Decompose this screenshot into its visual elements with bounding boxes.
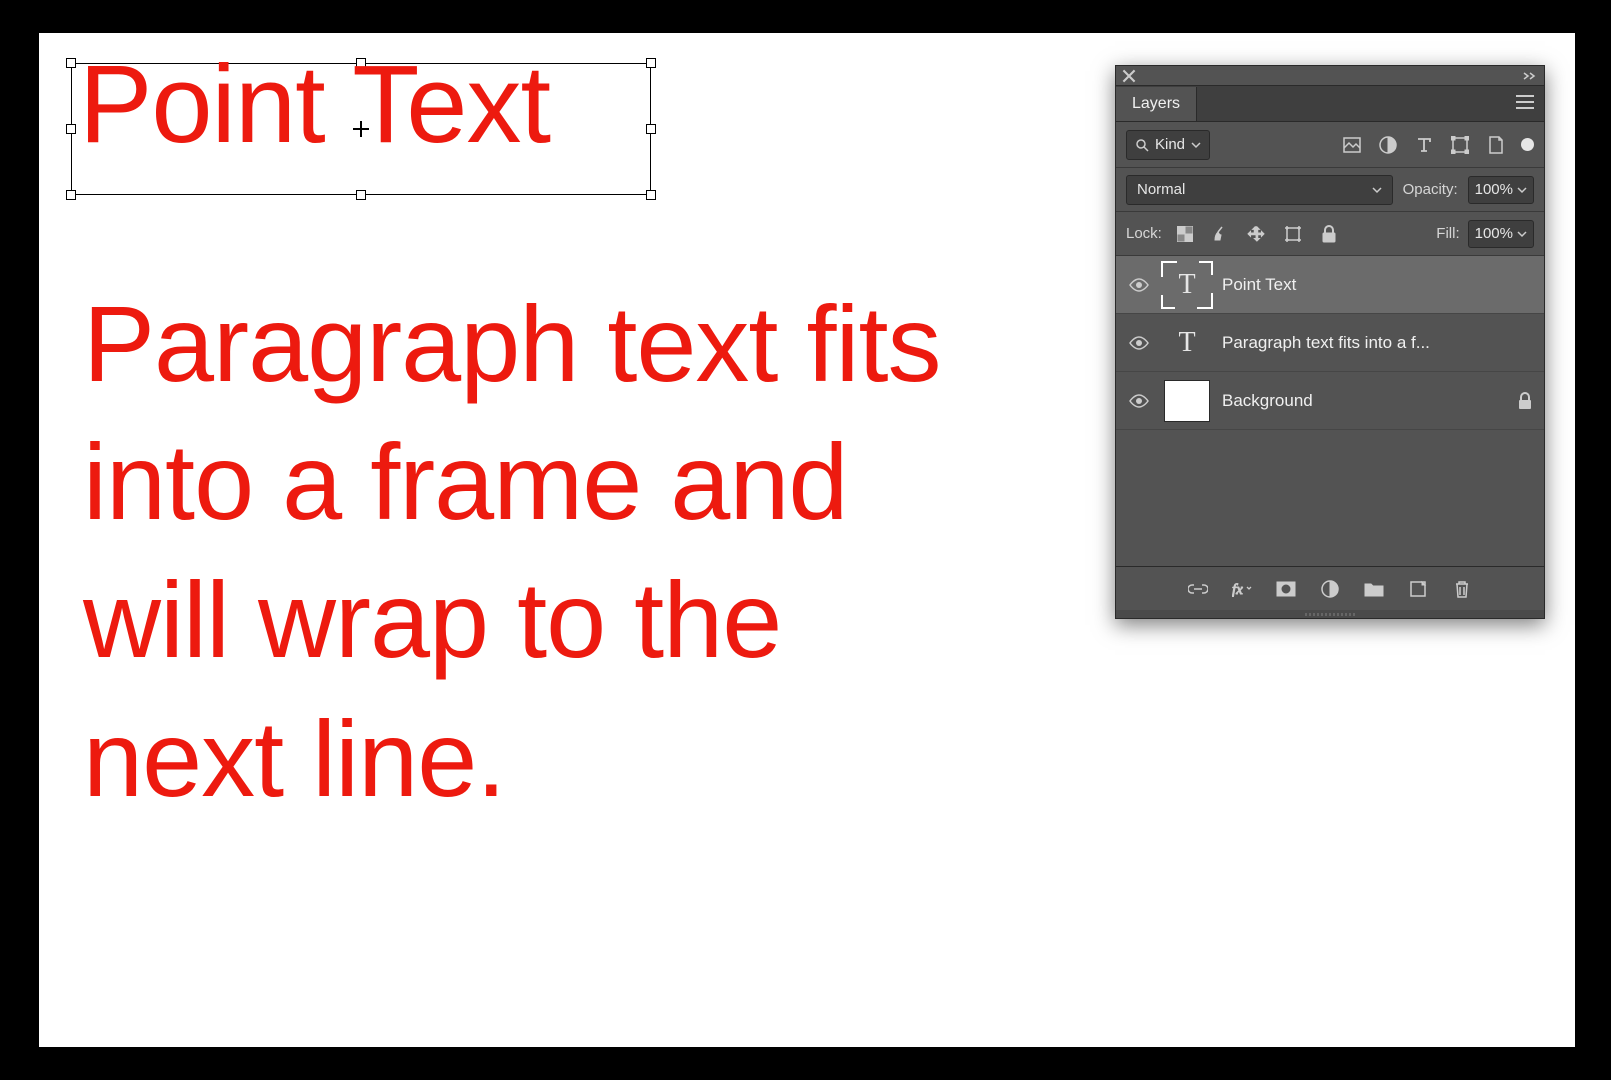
- delete-layer-icon[interactable]: [1451, 578, 1473, 600]
- filter-pixel-icon[interactable]: [1341, 134, 1363, 156]
- search-icon: [1135, 138, 1149, 152]
- handle-bottom-left[interactable]: [66, 190, 76, 200]
- layers-panel: Layers Kind Normal: [1115, 65, 1545, 619]
- chevron-down-icon: [1372, 185, 1382, 195]
- filter-kind-label: Kind: [1155, 136, 1185, 153]
- filter-shape-icon[interactable]: [1449, 134, 1471, 156]
- panel-footer: fx: [1116, 566, 1544, 610]
- handle-top-left[interactable]: [66, 58, 76, 68]
- layer-name[interactable]: Background: [1222, 391, 1504, 411]
- layer-row[interactable]: Background: [1116, 372, 1544, 430]
- chevron-down-icon: [1191, 140, 1201, 150]
- panel-menu-icon[interactable]: [1516, 95, 1534, 113]
- layer-row[interactable]: T Paragraph text fits into a f...: [1116, 314, 1544, 372]
- close-icon[interactable]: [1122, 69, 1136, 83]
- lock-artboard-icon[interactable]: [1282, 223, 1304, 245]
- opacity-field[interactable]: 100%: [1468, 176, 1534, 204]
- group-icon[interactable]: [1363, 578, 1385, 600]
- filter-type-icon[interactable]: [1413, 134, 1435, 156]
- opacity-label: Opacity:: [1403, 181, 1458, 198]
- document-canvas[interactable]: Point Text Paragraph text fits into a fr…: [38, 32, 1576, 1048]
- lock-transparency-icon[interactable]: [1174, 223, 1196, 245]
- layer-thumbnail-text: T: [1164, 322, 1210, 364]
- handle-middle-left[interactable]: [66, 124, 76, 134]
- opacity-value: 100%: [1475, 181, 1513, 198]
- filter-smartobject-icon[interactable]: [1485, 134, 1507, 156]
- panel-tabs: Layers: [1116, 86, 1544, 122]
- filter-type-icons: [1341, 134, 1534, 156]
- lock-row: Lock: Fill: 100%: [1116, 212, 1544, 256]
- paragraph-text-layer[interactable]: Paragraph text fits into a frame and wil…: [83, 275, 1003, 828]
- layer-mask-icon[interactable]: [1275, 578, 1297, 600]
- layer-thumbnail-text: T: [1164, 264, 1210, 306]
- handle-bottom-middle[interactable]: [356, 190, 366, 200]
- panel-resize-grip[interactable]: [1116, 610, 1544, 618]
- new-layer-icon[interactable]: [1407, 578, 1429, 600]
- visibility-eye-icon[interactable]: [1126, 336, 1152, 350]
- layer-thumbnail-background: [1164, 380, 1210, 422]
- adjustment-layer-icon[interactable]: [1319, 578, 1341, 600]
- layer-name[interactable]: Point Text: [1222, 275, 1534, 295]
- visibility-eye-icon[interactable]: [1126, 278, 1152, 292]
- chevron-down-icon: [1517, 229, 1527, 239]
- lock-label: Lock:: [1126, 225, 1162, 242]
- blend-row: Normal Opacity: 100%: [1116, 168, 1544, 212]
- fill-value: 100%: [1475, 225, 1513, 242]
- collapse-icon[interactable]: [1522, 69, 1538, 83]
- fill-field[interactable]: 100%: [1468, 220, 1534, 248]
- lock-position-icon[interactable]: [1246, 223, 1268, 245]
- blend-mode-value: Normal: [1137, 181, 1185, 198]
- lock-icon: [1516, 392, 1534, 410]
- visibility-eye-icon[interactable]: [1126, 394, 1152, 408]
- tab-layers[interactable]: Layers: [1116, 87, 1197, 121]
- blend-mode-dropdown[interactable]: Normal: [1126, 175, 1393, 205]
- handle-top-right[interactable]: [646, 58, 656, 68]
- filter-row: Kind: [1116, 122, 1544, 168]
- handle-bottom-right[interactable]: [646, 190, 656, 200]
- chevron-down-icon: [1517, 185, 1527, 195]
- layer-name[interactable]: Paragraph text fits into a f...: [1222, 333, 1534, 353]
- link-layers-icon[interactable]: [1187, 578, 1209, 600]
- lock-all-icon[interactable]: [1318, 223, 1340, 245]
- lock-image-icon[interactable]: [1210, 223, 1232, 245]
- panel-titlebar[interactable]: [1116, 66, 1544, 86]
- svg-text:fx: fx: [1232, 582, 1243, 597]
- fill-label: Fill:: [1436, 225, 1459, 242]
- filter-adjustment-icon[interactable]: [1377, 134, 1399, 156]
- layer-row[interactable]: T Point Text: [1116, 256, 1544, 314]
- layers-list: T Point Text T Paragraph text fits into …: [1116, 256, 1544, 566]
- point-text-layer[interactable]: Point Text: [79, 41, 550, 168]
- layer-style-icon[interactable]: fx: [1231, 578, 1253, 600]
- point-text-selection-box[interactable]: Point Text: [71, 63, 651, 195]
- filter-kind-dropdown[interactable]: Kind: [1126, 130, 1210, 160]
- filter-toggle-dot[interactable]: [1521, 138, 1534, 151]
- handle-middle-right[interactable]: [646, 124, 656, 134]
